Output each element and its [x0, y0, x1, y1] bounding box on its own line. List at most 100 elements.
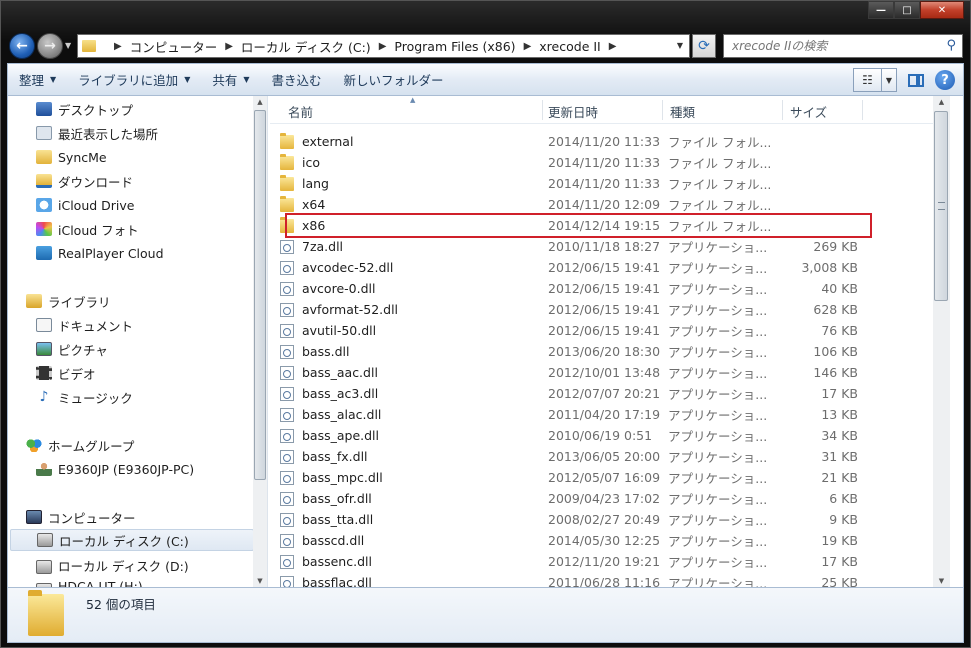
close-button[interactable]: ✕ [920, 1, 964, 19]
file-row[interactable]: bass_ape.dll 2010/06/19 0:51 アプリケーショ... 34 … [280, 425, 858, 446]
sort-ascending-icon: ▲ [410, 96, 416, 104]
sidebar-item-syncme[interactable]: SyncMe [36, 146, 280, 168]
sidebar-item-documents[interactable]: ドキュメント [36, 314, 280, 336]
column-header-name[interactable]: 名前 [288, 102, 313, 121]
sidebar-item-label: SyncMe [58, 149, 107, 165]
dll-file-icon [280, 428, 294, 443]
minimize-button[interactable]: — [868, 1, 894, 19]
column-header-type[interactable]: 種類 [670, 102, 695, 121]
breadcrumb-computer[interactable]: コンピューター [130, 37, 218, 56]
file-date: 2013/06/05 20:00 [548, 449, 661, 464]
sidebar-item-libraries[interactable]: ライブラリ [26, 290, 270, 312]
file-row[interactable]: ico 2014/11/20 11:33 ファイル フォル... [280, 152, 858, 173]
search-input[interactable] [732, 39, 932, 53]
add-to-library-button[interactable]: ライブラリに追加 ▼ [67, 64, 201, 95]
sidebar-item-drive-h[interactable]: HDCA-UT (H:) [36, 579, 280, 587]
file-row[interactable]: x64 2014/11/20 12:09 ファイル フォル... [280, 194, 858, 215]
file-row[interactable]: bass_aac.dll 2012/10/01 13:48 アプリケーショ... 14… [280, 362, 858, 383]
recent-pages-dropdown[interactable]: ▼ [65, 41, 71, 50]
scroll-up-icon[interactable]: ▲ [933, 96, 950, 108]
column-divider[interactable] [862, 100, 863, 120]
back-button[interactable]: ← [9, 33, 35, 59]
sidebar-item-recent-places[interactable]: 最近表示した場所 [36, 122, 280, 144]
file-row[interactable]: bassenc.dll 2012/11/20 19:21 アプリケーショ... 17 … [280, 551, 858, 572]
file-type: アプリケーショ... [668, 261, 768, 276]
file-row[interactable]: bass_fx.dll 2013/06/05 20:00 アプリケーショ... 31 … [280, 446, 858, 467]
sidebar-item-icloud-drive[interactable]: iCloud Drive [36, 194, 280, 216]
search-box[interactable]: ⚲ [723, 34, 963, 58]
chevron-right-icon[interactable]: ▶ [609, 41, 617, 52]
column-divider[interactable] [662, 100, 663, 120]
sidebar-item-icloud-photos[interactable]: iCloud フォト [36, 218, 280, 240]
scroll-down-icon[interactable]: ▼ [253, 575, 267, 587]
column-header-date[interactable]: 更新日時 [548, 102, 598, 121]
preview-pane-button[interactable] [905, 69, 927, 91]
folder-icon [28, 590, 64, 636]
scroll-down-icon[interactable]: ▼ [933, 575, 950, 587]
file-row[interactable]: avformat-52.dll 2012/06/15 19:41 アプリケーショ..… [280, 299, 858, 320]
change-view-button[interactable]: ☷ ▼ [853, 68, 897, 92]
file-row[interactable]: external 2014/11/20 11:33 ファイル フォル... [280, 131, 858, 152]
sidebar-item-videos[interactable]: ビデオ [36, 362, 280, 384]
file-name: bass_mpc.dll [302, 470, 383, 485]
file-row[interactable]: bass_ofr.dll 2009/04/23 17:02 アプリケーショ... 6 … [280, 488, 858, 509]
organize-label: 整理 [19, 73, 45, 88]
file-row[interactable]: bass_mpc.dll 2012/05/07 16:09 アプリケーショ... 21… [280, 467, 858, 488]
file-name-cell: bass_ac3.dll [280, 386, 378, 401]
file-row[interactable]: bass_alac.dll 2011/04/20 17:19 アプリケーショ... 1… [280, 404, 858, 425]
sidebar-item-local-disk-c[interactable]: ローカル ディスク (C:) [10, 529, 254, 551]
breadcrumb-program-files[interactable]: Program Files (x86) [394, 39, 515, 54]
sidebar-item-label: iCloud フォト [58, 222, 139, 238]
help-button[interactable]: ? [935, 70, 955, 90]
dll-file-icon [280, 512, 294, 527]
scrollbar-thumb[interactable] [254, 110, 266, 480]
file-row[interactable]: avcore-0.dll 2012/06/15 19:41 アプリケーショ... 40… [280, 278, 858, 299]
chevron-right-icon[interactable]: ▶ [114, 41, 122, 52]
file-row[interactable]: basscd.dll 2014/05/30 12:25 アプリケーショ... 19 K… [280, 530, 858, 551]
chevron-right-icon[interactable]: ▶ [524, 41, 532, 52]
column-header-size[interactable]: サイズ [790, 102, 827, 121]
sidebar-item-computer[interactable]: コンピューター [26, 506, 270, 528]
file-date: 2014/11/20 12:09 [548, 197, 661, 212]
file-row[interactable]: avutil-50.dll 2012/06/15 19:41 アプリケーショ... 7… [280, 320, 858, 341]
maximize-button[interactable]: □ [894, 1, 920, 19]
scroll-up-icon[interactable]: ▲ [253, 96, 267, 108]
chevron-down-icon[interactable]: ▼ [882, 76, 896, 85]
organize-button[interactable]: 整理 ▼ [8, 64, 67, 95]
share-button[interactable]: 共有 ▼ [201, 64, 260, 95]
file-row[interactable]: bass_tta.dll 2008/02/27 20:49 アプリケーショ... 9 … [280, 509, 858, 530]
sidebar-item-desktop[interactable]: デスクトップ [36, 98, 280, 120]
sidebar-item-homegroup[interactable]: ホームグループ [26, 434, 270, 456]
column-divider[interactable] [542, 100, 543, 120]
file-name-cell: external [280, 132, 353, 149]
file-row[interactable]: 7za.dll 2010/11/18 18:27 アプリケーショ... 269 KB [280, 236, 858, 257]
sidebar-item-homegroup-user[interactable]: E9360JP (E9360JP-PC) [36, 458, 280, 480]
sidebar-item-local-disk-d[interactable]: ローカル ディスク (D:) [36, 554, 280, 576]
search-icon[interactable]: ⚲ [946, 38, 956, 53]
file-row[interactable]: lang 2014/11/20 11:33 ファイル フォル... [280, 173, 858, 194]
chevron-right-icon[interactable]: ▶ [225, 41, 233, 52]
address-bar[interactable]: ▶ コンピューター ▶ ローカル ディスク (C:) ▶ Program Fil… [77, 34, 690, 58]
file-row[interactable]: avcodec-52.dll 2012/06/15 19:41 アプリケーショ...… [280, 257, 858, 278]
sidebar-item-pictures[interactable]: ピクチャ [36, 338, 280, 360]
refresh-button[interactable]: ⟳ [692, 34, 716, 58]
breadcrumb-xrecode[interactable]: xrecode II [539, 39, 600, 54]
file-row[interactable]: bass.dll 2013/06/20 18:30 アプリケーショ... 106 KB [280, 341, 858, 362]
sidebar-item-downloads[interactable]: ダウンロード [36, 170, 280, 192]
breadcrumb-drive-c[interactable]: ローカル ディスク (C:) [241, 37, 371, 56]
add-to-library-label: ライブラリに追加 [78, 73, 179, 88]
column-divider[interactable] [782, 100, 783, 120]
sidebar-item-music[interactable]: ♪ ミュージック [36, 386, 280, 408]
scrollbar-thumb[interactable] [934, 111, 948, 301]
navigation-scrollbar[interactable]: ▲ ▼ [253, 96, 267, 587]
new-folder-button[interactable]: 新しいフォルダー [333, 64, 455, 95]
file-row[interactable]: bass_ac3.dll 2012/07/07 20:21 アプリケーショ... 17… [280, 383, 858, 404]
address-dropdown-icon[interactable]: ▼ [677, 41, 683, 50]
sidebar-item-realplayer-cloud[interactable]: RealPlayer Cloud [36, 242, 280, 264]
forward-button[interactable]: → [37, 33, 63, 59]
file-size: 6 KB [829, 491, 858, 506]
chevron-right-icon[interactable]: ▶ [379, 41, 387, 52]
file-name: bass_aac.dll [302, 365, 378, 380]
file-list-scrollbar[interactable]: ▲ ▼ [933, 96, 950, 587]
burn-button[interactable]: 書き込む [261, 64, 333, 95]
